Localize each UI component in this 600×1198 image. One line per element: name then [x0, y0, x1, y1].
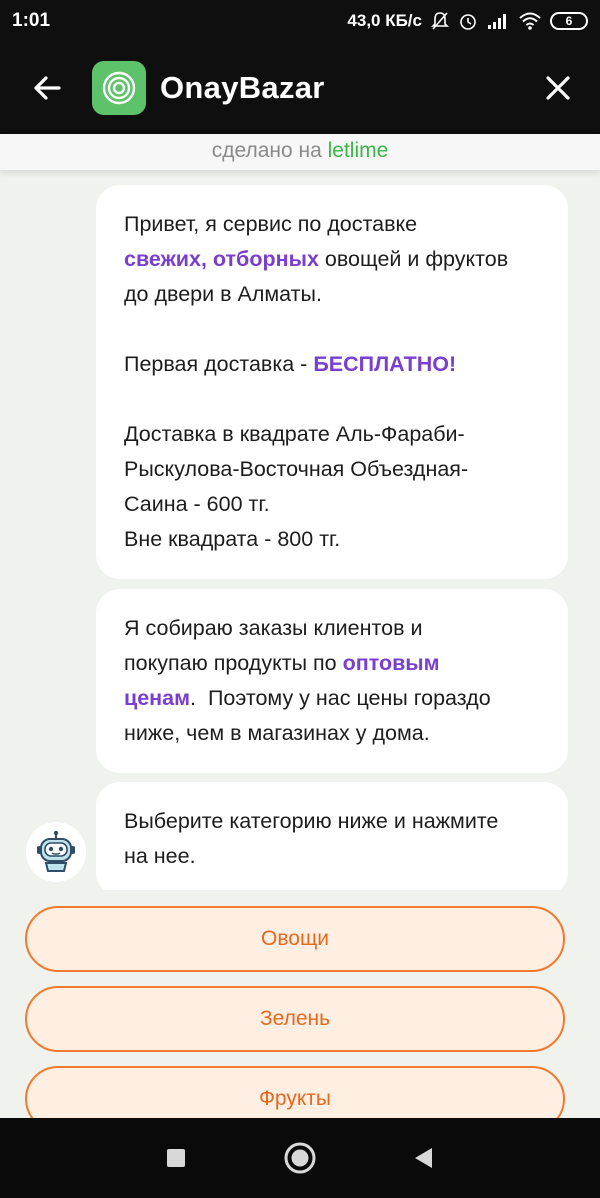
back-nav-button[interactable]	[362, 1118, 486, 1198]
status-time: 1:01	[12, 10, 51, 31]
message-line	[124, 382, 544, 417]
chat-message-choose-category: Выберите категорию ниже и нажмите на нее.	[96, 782, 568, 896]
message-text: до двери в Алматы.	[124, 282, 322, 306]
message-text: овощей и фруктов	[318, 247, 509, 271]
message-text: Доставка в квадрате Аль-Фараби-	[124, 422, 465, 446]
message-line: Привет, я сервис по доставке	[124, 207, 544, 242]
message-text: Саина - 600 тг.	[124, 492, 270, 516]
choice-button-fruits[interactable]: Фрукты	[25, 1066, 565, 1118]
robot-icon	[37, 830, 75, 872]
message-line: на нее.	[124, 839, 544, 874]
status-bar: 1:01 43,0 КБ/с 6	[0, 0, 600, 42]
bell-muted-icon	[430, 11, 450, 31]
message-highlight: оптовым	[342, 651, 440, 675]
message-line	[124, 312, 544, 347]
battery-icon: 6	[550, 12, 588, 30]
back-button[interactable]	[0, 42, 94, 134]
message-line: Первая доставка - БЕСПЛАТНО!	[124, 347, 544, 382]
arrow-left-icon	[34, 76, 61, 100]
message-text: покупаю продукты по	[124, 651, 343, 675]
message-text: Выберите категорию ниже и нажмите	[124, 809, 499, 833]
message-text: Я собираю заказы клиентов и	[124, 616, 423, 640]
wifi-icon	[518, 11, 542, 31]
chat-area[interactable]: Привет, я сервис по доставке свежих, отбо…	[0, 170, 600, 1118]
circle-home-icon	[284, 1142, 316, 1174]
recents-button[interactable]	[114, 1118, 238, 1198]
message-text: Рыскулова-Восточная Объездная-	[124, 457, 469, 481]
message-text: Вне квадрата - 800 тг.	[124, 527, 341, 551]
message-text: ниже, чем в магазинах у дома.	[124, 721, 430, 745]
message-highlight: свежих, отборных	[124, 247, 319, 271]
square-icon	[167, 1149, 185, 1167]
made-by-brand-link[interactable]: letlime	[328, 139, 389, 162]
chat-message-wholesale: Я собираю заказы клиентов и покупаю проду…	[96, 589, 568, 773]
message-line: свежих, отборных овощей и фруктов	[124, 242, 544, 277]
message-highlight: БЕСПЛАТНО!	[313, 352, 457, 376]
message-text: Первая доставка -	[124, 352, 314, 376]
made-by-prefix: сделано на	[211, 139, 322, 162]
alarm-icon	[458, 11, 478, 31]
message-line: Я собираю заказы клиентов и	[124, 611, 544, 646]
made-by-banner: сделано на letlime	[0, 134, 600, 170]
message-line: Вне квадрата - 800 тг.	[124, 522, 544, 557]
onaybazar-logo-icon	[92, 61, 146, 115]
app-bar: OnayBazar	[0, 42, 600, 134]
message-line: Рыскулова-Восточная Объездная-	[124, 452, 544, 487]
home-button[interactable]	[238, 1118, 362, 1198]
close-icon	[546, 76, 570, 100]
choice-button-greens[interactable]: Зелень	[25, 986, 565, 1052]
message-text: . Поэтому у нас цены гораздо	[190, 686, 491, 710]
message-line: Саина - 600 тг.	[124, 487, 544, 522]
message-line: Доставка в квадрате Аль-Фараби-	[124, 417, 544, 452]
message-text: Привет, я сервис по доставке	[124, 212, 418, 236]
message-line: ценам. Поэтому у нас цены гораздо	[124, 681, 544, 716]
message-line: Выберите категорию ниже и нажмите	[124, 804, 544, 839]
choice-button-vegetables[interactable]: Овощи	[25, 906, 565, 972]
system-nav-bar	[0, 1118, 600, 1198]
message-line: до двери в Алматы.	[124, 277, 544, 312]
triangle-back-icon	[415, 1148, 432, 1168]
network-speed: 43,0 КБ/с	[347, 11, 422, 30]
message-text: на нее.	[124, 844, 196, 868]
app-title: OnayBazar	[160, 70, 325, 105]
message-highlight: ценам	[124, 686, 191, 710]
bot-avatar	[26, 822, 86, 882]
chat-message-welcome: Привет, я сервис по доставке свежих, отбо…	[96, 185, 568, 579]
signal-icon	[486, 12, 510, 30]
message-line: ниже, чем в магазинах у дома.	[124, 716, 544, 751]
message-line: покупаю продукты по оптовым	[124, 646, 544, 681]
close-button[interactable]	[516, 42, 600, 134]
